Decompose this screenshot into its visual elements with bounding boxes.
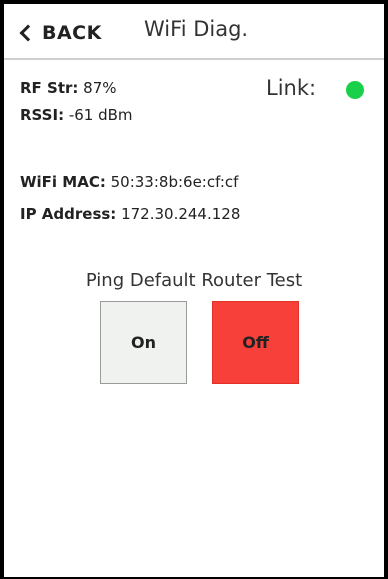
ping-off-button[interactable]: Off [212, 301, 299, 384]
ping-on-button[interactable]: On [100, 301, 187, 384]
ip-address-value: 172.30.244.128 [121, 205, 241, 223]
status-dot-icon [346, 81, 364, 99]
ping-test-title: Ping Default Router Test [85, 270, 303, 291]
header-bar: BACK WiFi Diag. [4, 4, 384, 60]
rf-strength-row: RF Str: 87% [20, 79, 117, 97]
wifi-mac-label: WiFi MAC: [20, 173, 106, 191]
rf-strength-label: RF Str: [20, 79, 79, 97]
link-label: Link: [266, 76, 317, 100]
back-label: BACK [42, 22, 102, 44]
ip-address-row: IP Address: 172.30.244.128 [20, 205, 240, 223]
wifi-mac-value: 50:33:8b:6e:cf:cf [110, 173, 239, 191]
ip-address-label: IP Address: [20, 205, 117, 223]
back-button[interactable]: BACK [18, 19, 102, 47]
chevron-left-icon [19, 24, 37, 42]
rssi-label: RSSI: [20, 106, 65, 124]
rssi-row: RSSI: -61 dBm [20, 106, 133, 124]
rssi-value: -61 dBm [68, 106, 133, 124]
rf-strength-value: 87% [83, 79, 117, 97]
page-title: WiFi Diag. [144, 17, 249, 41]
wifi-mac-row: WiFi MAC: 50:33:8b:6e:cf:cf [20, 173, 238, 191]
